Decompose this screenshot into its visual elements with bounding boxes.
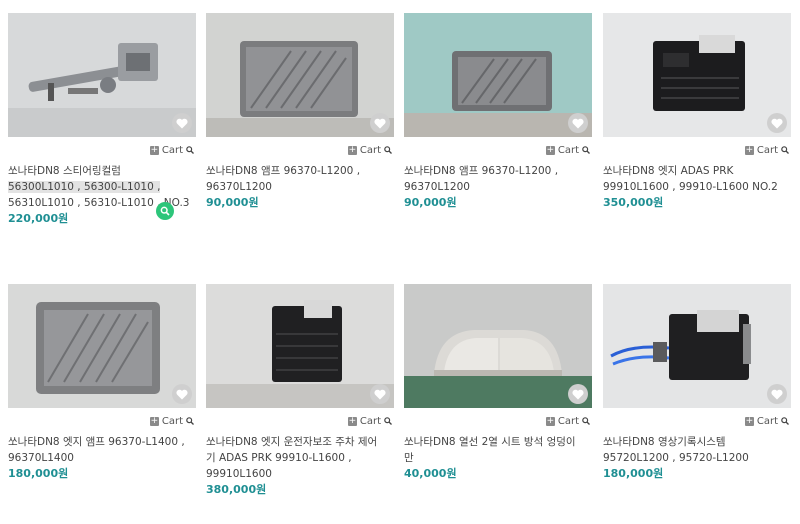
product-title-line: 쏘나타DN8 엣지 운전자보조 주차 제어 <box>206 436 378 448</box>
add-to-cart-button[interactable]: Cart <box>757 416 778 427</box>
search-icon[interactable] <box>186 417 194 425</box>
wishlist-heart-icon[interactable] <box>370 384 390 404</box>
product-card[interactable]: + Cart 쏘나타DN8 스티어링컬럼 56300L1010 , 56300-… <box>8 13 196 226</box>
product-image[interactable] <box>8 284 196 408</box>
quick-search-icon[interactable] <box>156 202 174 220</box>
product-title-line: 쏘나타DN8 엣지 앰프 96370-L1400 , <box>8 436 185 448</box>
product-card[interactable]: + Cart 쏘나타DN8 엣지 운전자보조 주차 제어 기 ADAS PRK … <box>206 284 394 497</box>
product-title-line: 기 ADAS PRK 99910-L1600 , <box>206 452 352 464</box>
product-card[interactable]: + Cart 쏘나타DN8 엣지 앰프 96370-L1400 , 96370L… <box>8 284 196 481</box>
add-plus-icon[interactable]: + <box>347 145 357 155</box>
product-card[interactable]: + Cart 쏘나타DN8 앰프 96370-L1200 , 96370L120… <box>206 13 394 210</box>
cart-row: + Cart <box>8 408 196 434</box>
product-title-line: 만 <box>404 452 414 464</box>
product-price: 380,000원 <box>206 483 267 496</box>
product-card[interactable]: + Cart 쏘나타DN8 엣지 ADAS PRK 99910L1600 , 9… <box>603 13 791 210</box>
product-card[interactable]: + Cart 쏘나타DN8 열선 2열 시트 방석 엉덩이 만 40,000원 <box>404 284 592 481</box>
search-icon[interactable] <box>582 146 590 154</box>
product-price: 350,000원 <box>603 196 664 209</box>
product-image[interactable] <box>206 13 394 137</box>
product-image[interactable] <box>206 284 394 408</box>
product-title[interactable]: 쏘나타DN8 열선 2열 시트 방석 엉덩이 만 <box>404 434 592 466</box>
product-price: 40,000원 <box>404 467 457 480</box>
cart-row: + Cart <box>603 408 791 434</box>
search-icon[interactable] <box>781 146 789 154</box>
add-to-cart-button[interactable]: Cart <box>162 416 183 427</box>
cart-row: + Cart <box>8 137 196 163</box>
product-card[interactable]: + Cart 쏘나타DN8 영상기록시스템 95720L1200 , 95720… <box>603 284 791 481</box>
product-title-line: 쏘나타DN8 스티어링컬럼 <box>8 165 121 177</box>
add-to-cart-button[interactable]: Cart <box>757 145 778 156</box>
search-icon[interactable] <box>781 417 789 425</box>
add-plus-icon[interactable]: + <box>744 416 754 426</box>
wishlist-heart-icon[interactable] <box>568 384 588 404</box>
wishlist-heart-icon[interactable] <box>767 113 787 133</box>
search-icon[interactable] <box>186 146 194 154</box>
product-title[interactable]: 쏘나타DN8 엣지 운전자보조 주차 제어 기 ADAS PRK 99910-L… <box>206 434 394 482</box>
product-price: 90,000원 <box>206 196 259 209</box>
product-title-line: 쏘나타DN8 앰프 96370-L1200 , <box>404 165 559 177</box>
add-plus-icon[interactable]: + <box>545 145 555 155</box>
product-title[interactable]: 쏘나타DN8 엣지 앰프 96370-L1400 , 96370L1400 <box>8 434 196 466</box>
product-image[interactable] <box>603 284 791 408</box>
cart-row: + Cart <box>404 137 592 163</box>
cart-row: + Cart <box>206 137 394 163</box>
wishlist-heart-icon[interactable] <box>172 113 192 133</box>
add-plus-icon[interactable]: + <box>347 416 357 426</box>
product-title-line: 96370L1200 <box>404 181 470 193</box>
product-title-line: 96370L1400 <box>8 452 74 464</box>
add-to-cart-button[interactable]: Cart <box>558 145 579 156</box>
product-title[interactable]: 쏘나타DN8 영상기록시스템 95720L1200 , 95720-L1200 <box>603 434 791 466</box>
product-image[interactable] <box>8 13 196 137</box>
product-title-line: 쏘나타DN8 열선 2열 시트 방석 엉덩이 <box>404 436 576 448</box>
add-to-cart-button[interactable]: Cart <box>558 416 579 427</box>
product-title-line: 쏘나타DN8 영상기록시스템 <box>603 436 726 448</box>
product-grid: + Cart 쏘나타DN8 스티어링컬럼 56300L1010 , 56300-… <box>0 0 800 524</box>
wishlist-heart-icon[interactable] <box>172 384 192 404</box>
add-to-cart-button[interactable]: Cart <box>162 145 183 156</box>
product-title[interactable]: 쏘나타DN8 앰프 96370-L1200 , 96370L1200 <box>404 163 592 195</box>
product-card[interactable]: + Cart 쏘나타DN8 앰프 96370-L1200 , 96370L120… <box>404 13 592 210</box>
product-price: 90,000원 <box>404 196 457 209</box>
add-plus-icon[interactable]: + <box>149 145 159 155</box>
product-title[interactable]: 쏘나타DN8 앰프 96370-L1200 , 96370L1200 <box>206 163 394 195</box>
product-title-line: 96370L1200 <box>206 181 272 193</box>
add-to-cart-button[interactable]: Cart <box>360 145 381 156</box>
search-icon[interactable] <box>384 417 392 425</box>
add-plus-icon[interactable]: + <box>149 416 159 426</box>
cart-row: + Cart <box>206 408 394 434</box>
product-price: 180,000원 <box>603 467 664 480</box>
add-to-cart-button[interactable]: Cart <box>360 416 381 427</box>
cart-row: + Cart <box>603 137 791 163</box>
product-title-line: 56300L1010 , 56300-L1010 , <box>8 181 161 193</box>
product-title-line: 쏘나타DN8 엣지 ADAS PRK <box>603 165 734 177</box>
product-image[interactable] <box>404 284 592 408</box>
product-title-line: 99910L1600 <box>206 468 272 480</box>
product-image[interactable] <box>603 13 791 137</box>
product-image[interactable] <box>404 13 592 137</box>
product-title-line: 99910L1600 , 99910-L1600 NO.2 <box>603 181 778 193</box>
add-plus-icon[interactable]: + <box>744 145 754 155</box>
add-plus-icon[interactable]: + <box>545 416 555 426</box>
search-icon[interactable] <box>384 146 392 154</box>
wishlist-heart-icon[interactable] <box>568 113 588 133</box>
product-title-line: 95720L1200 , 95720-L1200 <box>603 452 749 464</box>
product-title[interactable]: 쏘나타DN8 엣지 ADAS PRK 99910L1600 , 99910-L1… <box>603 163 791 195</box>
product-price: 180,000원 <box>8 467 69 480</box>
wishlist-heart-icon[interactable] <box>370 113 390 133</box>
product-title-line: 쏘나타DN8 앰프 96370-L1200 , <box>206 165 361 177</box>
wishlist-heart-icon[interactable] <box>767 384 787 404</box>
search-icon[interactable] <box>582 417 590 425</box>
cart-row: + Cart <box>404 408 592 434</box>
